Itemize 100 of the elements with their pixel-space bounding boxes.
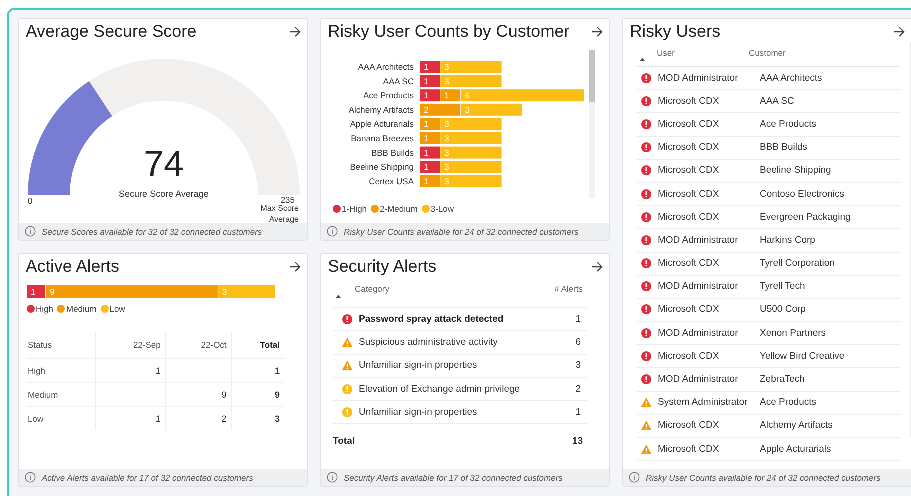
bar-segment: 1: [420, 146, 440, 159]
info-icon: [327, 472, 338, 483]
category-label: Alchemy Artifacts: [348, 104, 414, 115]
total-value: 13: [572, 436, 583, 448]
info-icon: [629, 472, 640, 483]
sort-ascending-icon: [640, 58, 645, 61]
bar-segment: 3: [440, 61, 502, 73]
bar-segment: 3: [440, 161, 502, 174]
legend-label: Medium: [66, 304, 97, 314]
exclamation-circle-icon: [641, 350, 652, 362]
category-label: Beeline Shipping: [350, 162, 414, 172]
alert-category: Unfamiliar sign-in properties: [359, 406, 478, 418]
info-icon: [25, 226, 36, 237]
bar-segment: 3: [440, 118, 502, 130]
max-value: 235: [280, 195, 295, 205]
footer-note: Risky User Counts available for 24 of 32 connected customers: [344, 226, 579, 236]
footer-note: Active Alerts available for 17 of 32 connected customers: [42, 472, 254, 482]
table-cell: Alchemy Artifacts: [760, 420, 833, 432]
info-icon: [25, 472, 36, 483]
table-cell: BBB Builds: [760, 142, 808, 154]
bar-segment: 3: [440, 146, 502, 159]
alert-count: 1: [576, 314, 582, 325]
exclamation-circle-icon: [641, 96, 652, 107]
bar-segment: 3: [440, 175, 502, 188]
exclamation-circle-icon: [641, 72, 652, 84]
alert-count: 3: [576, 360, 582, 372]
bar-segment: 2: [420, 104, 461, 116]
arrow-right-icon[interactable]: [893, 26, 905, 38]
total-label: Total: [333, 436, 355, 448]
exclamation-circle-icon: [641, 165, 652, 176]
column-header[interactable]: User: [657, 48, 675, 58]
table-cell: Ace Products: [760, 118, 816, 130]
column-header: Status: [27, 332, 96, 358]
footer-note: Security Alerts available for 17 of 32 connected customers: [344, 472, 563, 482]
exclamation-circle-icon: [641, 234, 652, 246]
table-cell: 2: [165, 406, 232, 430]
table-cell-text: Microsoft CDX: [658, 118, 720, 130]
table-cell-text: Microsoft CDX: [658, 304, 720, 316]
footer-note: Secure Scores available for 32 of 32 connected customers: [42, 226, 262, 236]
table-cell: AAA SC: [760, 96, 794, 107]
arrow-right-icon[interactable]: [591, 26, 603, 38]
bar-segment: 6: [461, 90, 584, 102]
table-cell: Tyrell Tech: [760, 281, 806, 292]
bar-segment: 3: [440, 132, 502, 144]
table-cell: U500 Corp: [760, 304, 806, 316]
table-cell: 9: [165, 382, 232, 406]
alert-count: 2: [576, 384, 582, 395]
exclamation-circle-icon: [641, 328, 652, 339]
max-label: Max Score Average: [260, 204, 299, 224]
min-label: 0: [28, 196, 33, 206]
table-cell: Xenon Partners: [760, 328, 826, 339]
bar-segment: 1: [440, 90, 461, 102]
table-cell: ZebraTech: [760, 374, 805, 386]
warning-triangle-icon: [641, 444, 652, 455]
column-header[interactable]: Customer: [749, 48, 786, 58]
arrow-right-icon[interactable]: [591, 261, 603, 273]
card-title: Risky User Counts by Customer: [328, 22, 570, 42]
scrollbar[interactable]: [589, 50, 595, 198]
column-header[interactable]: Category: [355, 284, 390, 294]
alert-count: 1: [576, 406, 582, 418]
table-cell: 1: [231, 358, 284, 382]
table-cell-text: MOD Administrator: [658, 328, 740, 339]
card-title: Risky Users: [630, 22, 721, 42]
score-caption: Secure Score Average: [119, 189, 209, 199]
category-label: Ace Products: [363, 90, 414, 101]
bar-segment: 1: [420, 90, 440, 102]
arrow-right-icon[interactable]: [289, 26, 301, 38]
bar-segment: 3: [440, 75, 502, 88]
table-cell-text: Microsoft CDX: [658, 142, 720, 154]
category-label: BBB Builds: [371, 148, 414, 158]
category-label: Apple Acturarials: [350, 119, 414, 130]
table-cell: Contoso Electronics: [760, 188, 844, 200]
table-cell-text: Microsoft CDX: [658, 420, 720, 432]
bar-segment: 1: [420, 118, 440, 130]
table-cell: AAA Architects: [760, 72, 822, 84]
exclamation-circle-icon: [641, 258, 652, 270]
table-cell: Low: [27, 406, 96, 430]
exclamation-circle-icon: [641, 212, 652, 223]
warning-triangle-icon: [342, 360, 353, 372]
category-label: AAA SC: [383, 76, 414, 86]
table-cell: Apple Acturarials: [760, 444, 832, 455]
arrow-right-icon[interactable]: [289, 261, 301, 273]
legend-label: 2-Medium: [380, 204, 418, 214]
warning-triangle-icon: [342, 336, 353, 348]
column-header: 22-Sep: [95, 332, 166, 358]
bar-segment: 1: [27, 285, 46, 298]
bar-segment: 1: [420, 61, 440, 73]
exclamation-circle-icon: [342, 384, 353, 395]
exclamation-circle-icon: [342, 406, 353, 418]
exclamation-circle-icon: [641, 188, 652, 200]
table-cell-text: Microsoft CDX: [658, 96, 720, 107]
column-header: Total: [231, 332, 284, 358]
table-cell-text: Microsoft CDX: [658, 350, 720, 362]
bar-segment: 3: [218, 285, 276, 298]
category-label: AAA Architects: [358, 62, 414, 72]
table-cell-text: MOD Administrator: [658, 234, 740, 246]
table-cell-text: Microsoft CDX: [658, 165, 720, 176]
column-header[interactable]: # Alerts: [554, 284, 583, 294]
bar-segment: 1: [420, 175, 440, 188]
table-cell: 1: [95, 406, 166, 430]
